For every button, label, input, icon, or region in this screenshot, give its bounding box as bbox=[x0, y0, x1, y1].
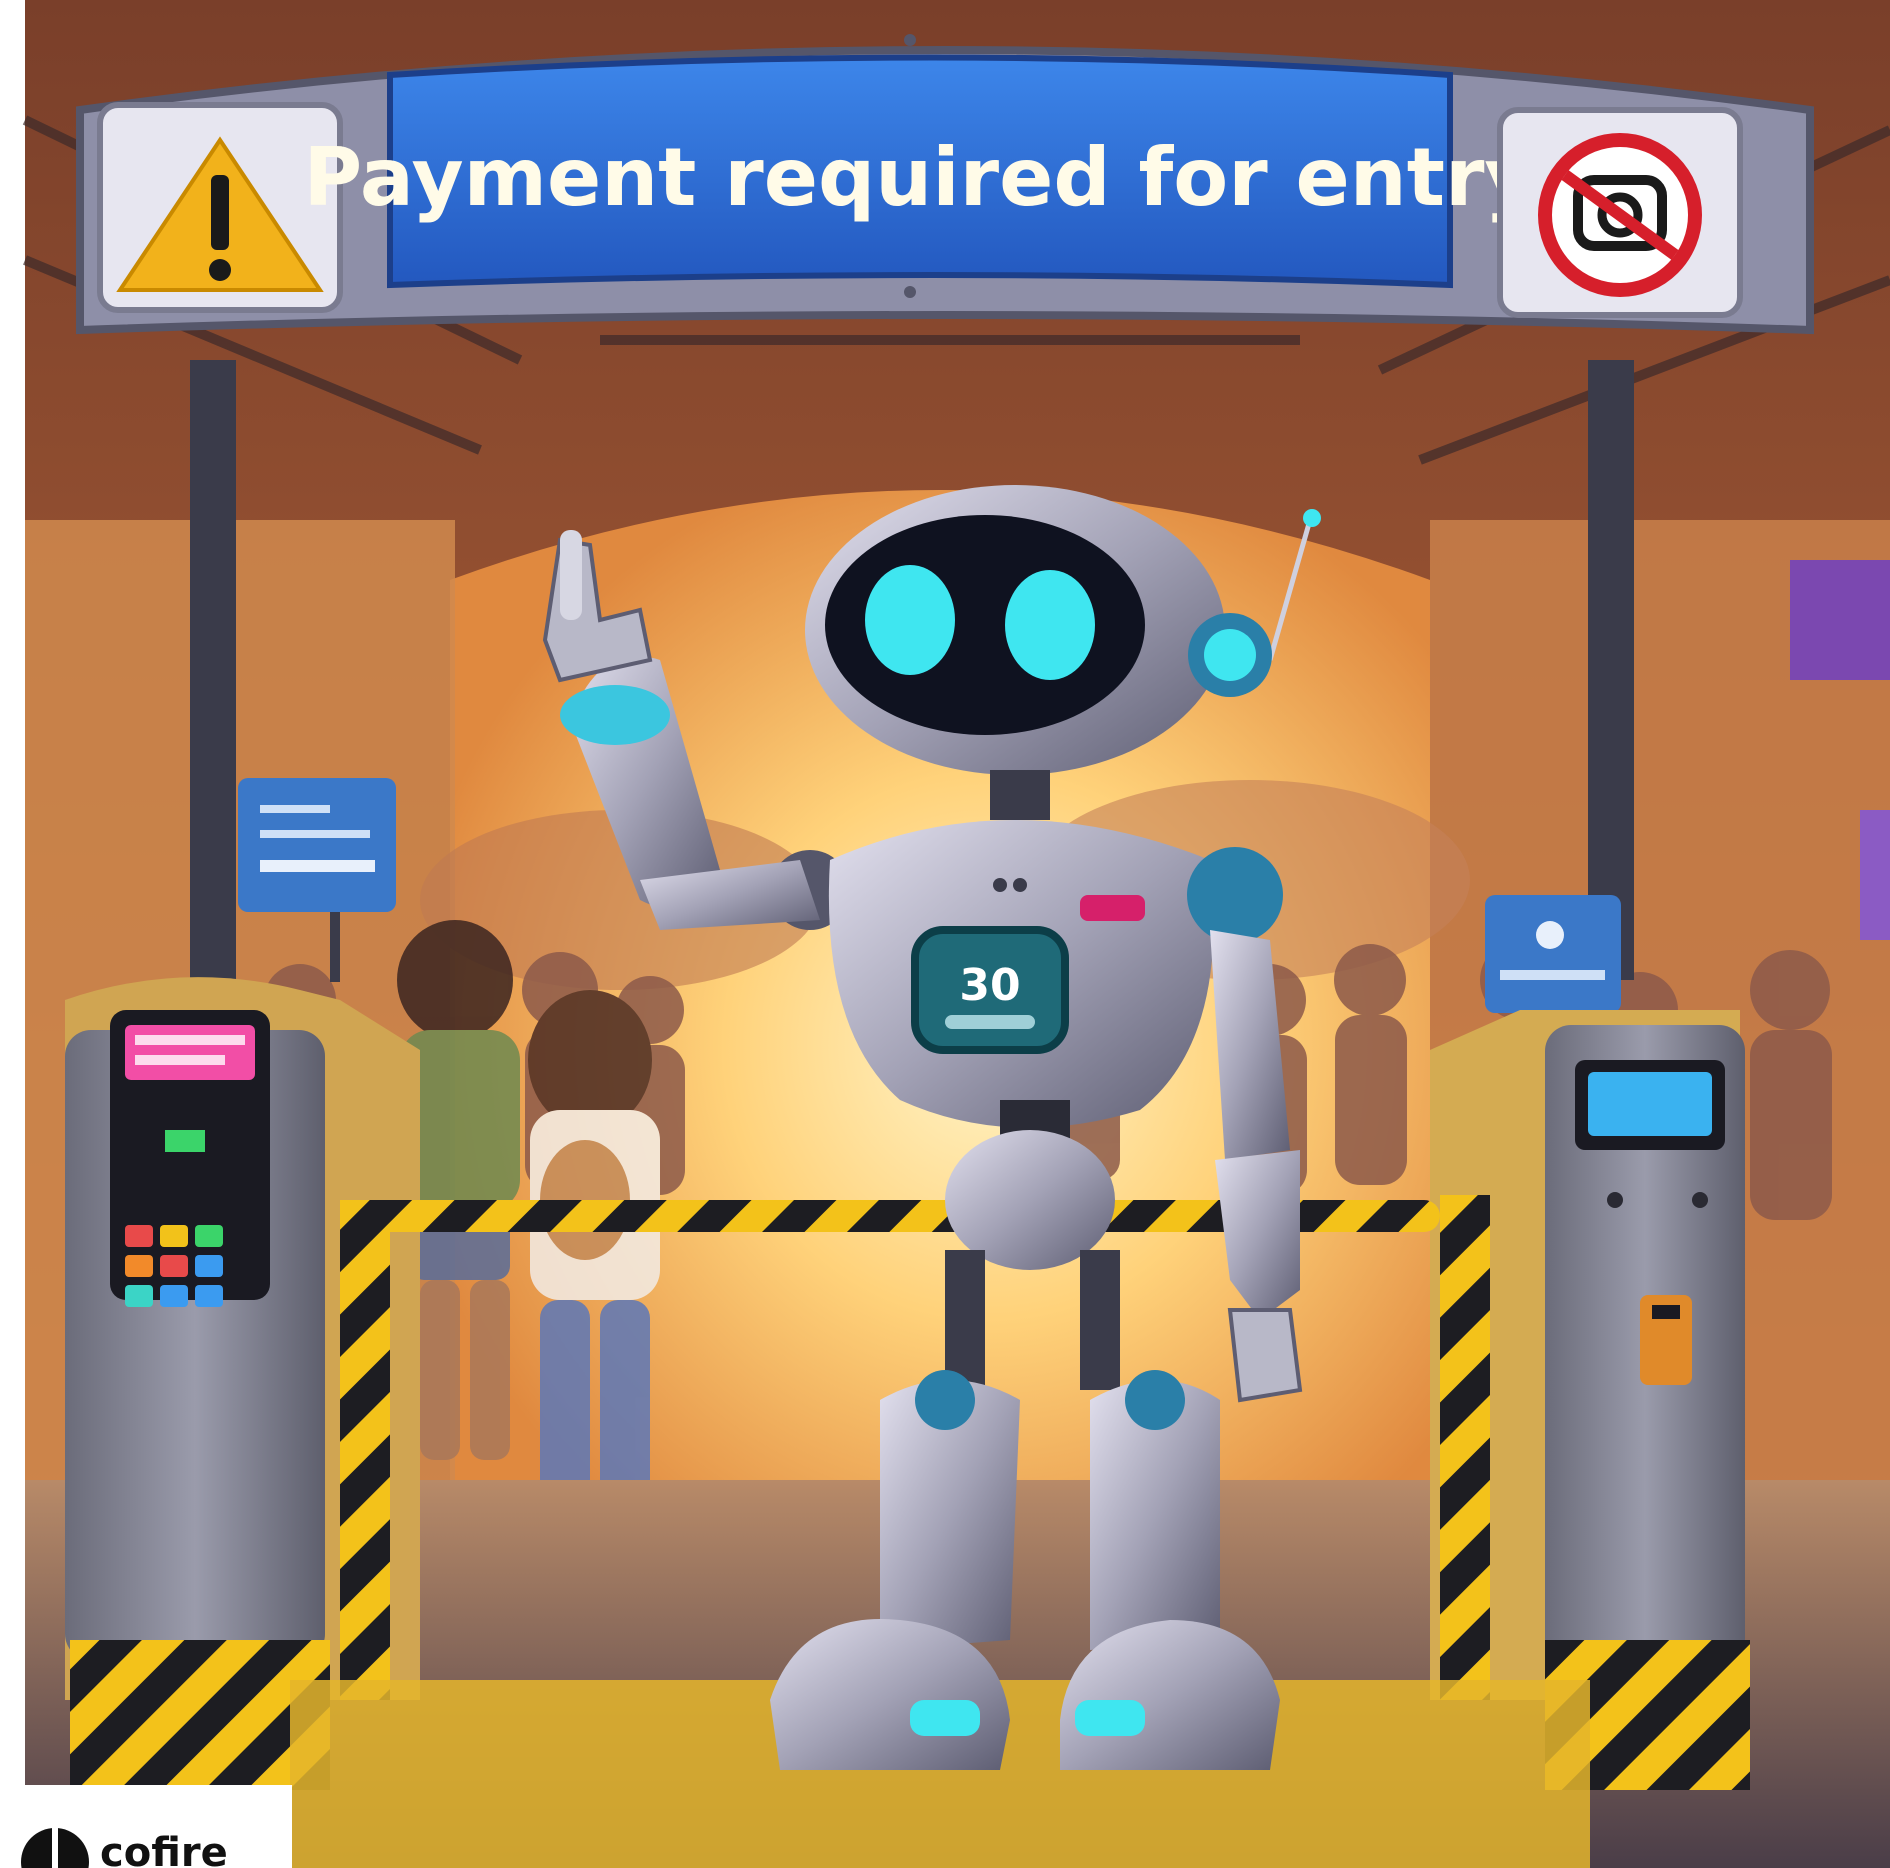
no-camera-sign bbox=[1497, 107, 1743, 318]
robot-torso: 30 bbox=[828, 820, 1214, 1128]
keypad bbox=[125, 1225, 223, 1307]
overhead-sign: Payment required for entry bbox=[76, 34, 1814, 335]
robot-left-eye bbox=[865, 565, 955, 675]
payment-banner: Payment required for entry bbox=[303, 34, 1537, 298]
no-camera-icon bbox=[1538, 133, 1702, 297]
card-terminal bbox=[110, 1010, 270, 1307]
watermark-text: cofire bbox=[100, 1830, 228, 1868]
side-banner bbox=[1790, 560, 1890, 680]
scene: Payment required for entry 30 cofire bbox=[0, 0, 1890, 1868]
robot-chest-number: 30 bbox=[959, 960, 1020, 1011]
banner-text: Payment required for entry bbox=[303, 131, 1536, 224]
robot-right-eye bbox=[1005, 570, 1095, 680]
watermark: cofire bbox=[0, 1785, 292, 1868]
